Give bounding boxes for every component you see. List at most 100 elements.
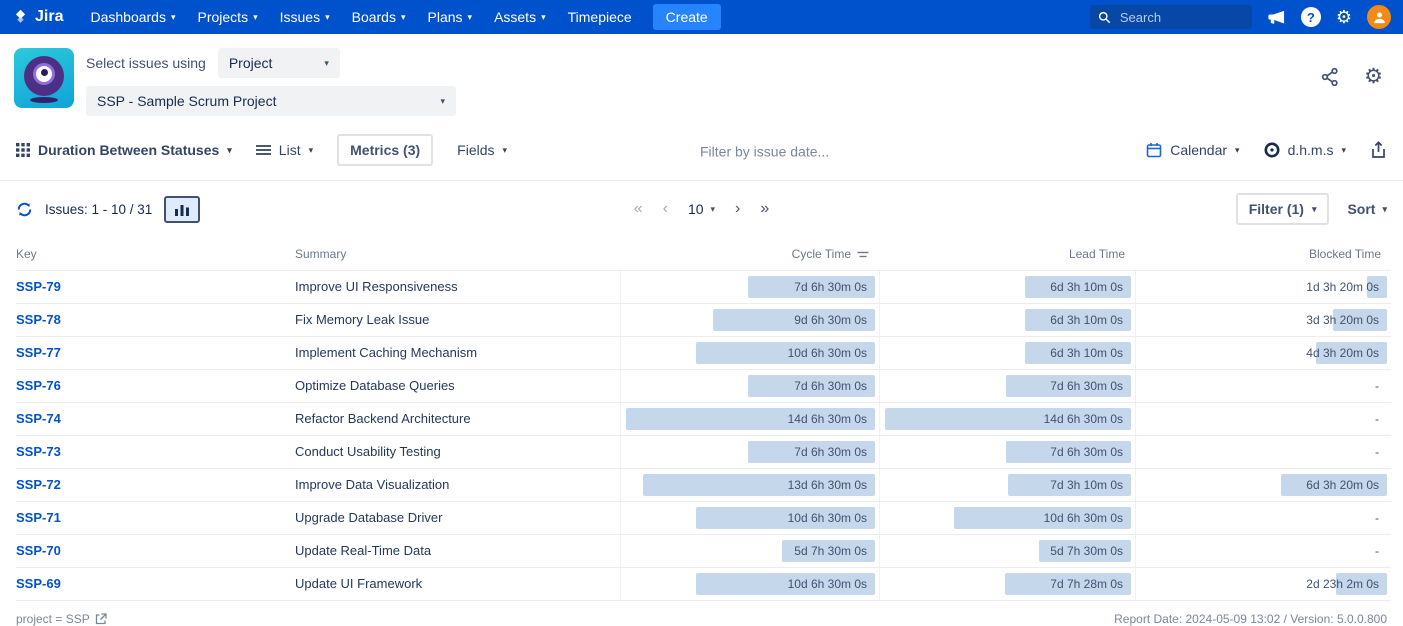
issue-summary: Optimize Database Queries	[295, 370, 620, 402]
issue-summary: Improve Data Visualization	[295, 469, 620, 501]
duration-value: 7d 6h 30m 0s	[880, 370, 1135, 402]
duration-value: 13d 6h 30m 0s	[621, 469, 879, 501]
duration-value: 7d 3h 10m 0s	[880, 469, 1135, 501]
col-header-lead-time[interactable]: Lead Time	[879, 247, 1135, 270]
lead-time-cell: 7d 6h 30m 0s	[879, 436, 1135, 468]
issue-summary: Implement Caching Mechanism	[295, 337, 620, 369]
jira-logo[interactable]: Jira	[12, 8, 63, 26]
nav-item-issues[interactable]: Issues▾	[269, 0, 341, 34]
issue-summary: Fix Memory Leak Issue	[295, 304, 620, 336]
issue-date-filter[interactable]: Filter by issue date...	[700, 143, 829, 159]
duration-value: 7d 6h 30m 0s	[621, 436, 879, 468]
issue-key-link[interactable]: SSP-78	[16, 312, 61, 327]
key-cell: SSP-72	[16, 469, 295, 501]
avatar[interactable]	[1367, 5, 1391, 29]
help-icon[interactable]: ?	[1301, 7, 1321, 27]
pagination-last[interactable]: »	[760, 201, 769, 217]
issue-summary: Update UI Framework	[295, 568, 620, 600]
col-header-summary[interactable]: Summary	[295, 247, 620, 270]
calendar-dropdown[interactable]: Calendar ▾	[1146, 142, 1239, 158]
chevron-down-icon: ▾	[440, 97, 445, 106]
cycle-time-cell: 7d 6h 30m 0s	[620, 271, 879, 303]
nav-item-boards[interactable]: Boards▾	[341, 0, 417, 34]
lead-time-cell: 10d 6h 30m 0s	[879, 502, 1135, 534]
pagination-next[interactable]: ›	[735, 201, 740, 217]
issue-key-link[interactable]: SSP-79	[16, 279, 61, 294]
duration-value: 4d 3h 20m 0s	[1136, 337, 1391, 369]
page-size-select[interactable]: 10 ▾	[688, 201, 715, 217]
timepiece-app-icon	[14, 48, 74, 108]
duration-value: 14d 6h 30m 0s	[880, 403, 1135, 435]
filter-button[interactable]: Filter (1) ▾	[1236, 193, 1330, 225]
col-header-key[interactable]: Key	[16, 247, 295, 270]
duration-value: 7d 7h 28m 0s	[880, 568, 1135, 600]
export-icon[interactable]	[1370, 141, 1387, 159]
col-header-cycle-time[interactable]: Cycle Time	[620, 247, 879, 270]
issue-key-link[interactable]: SSP-70	[16, 543, 61, 558]
cycle-time-cell: 13d 6h 30m 0s	[620, 469, 879, 501]
lead-time-cell: 7d 7h 28m 0s	[879, 568, 1135, 600]
table-row: SSP-76 Optimize Database Queries 7d 6h 30m…	[16, 369, 1391, 402]
blocked-time-cell: -	[1135, 436, 1391, 468]
issue-key-link[interactable]: SSP-73	[16, 444, 61, 459]
nav-menu: Dashboards▾Projects▾Issues▾Boards▾Plans▾…	[79, 0, 642, 34]
table-body: SSP-79Improve UI Responsiveness7d 6h 30m…	[16, 270, 1391, 601]
report-info: Report Date: 2024-05-09 13:02 / Version:…	[1114, 612, 1387, 626]
pagination-first[interactable]: «	[634, 201, 643, 217]
nav-item-projects[interactable]: Projects▾	[187, 0, 269, 34]
create-button[interactable]: Create	[653, 4, 721, 30]
issue-key-link[interactable]: SSP-72	[16, 477, 61, 492]
blocked-time-cell: 4d 3h 20m 0s	[1135, 337, 1391, 369]
nav-item-assets[interactable]: Assets▾	[483, 0, 557, 34]
issue-source-select[interactable]: Project ▾	[218, 48, 340, 78]
nav-item-plans[interactable]: Plans▾	[417, 0, 484, 34]
issue-summary: Upgrade Database Driver	[295, 502, 620, 534]
issue-key-link[interactable]: SSP-76	[16, 378, 61, 393]
chevron-down-icon: ▾	[1341, 146, 1346, 155]
chevron-down-icon: ▾	[503, 146, 508, 155]
lead-time-cell: 6d 3h 10m 0s	[879, 304, 1135, 336]
refresh-icon[interactable]	[16, 201, 33, 218]
search-input[interactable]	[1118, 9, 1238, 26]
chevron-down-icon: ▾	[171, 13, 176, 22]
nav-item-timepiece[interactable]: Timepiece	[557, 0, 643, 34]
issue-summary: Refactor Backend Architecture	[295, 403, 620, 435]
issue-key-link[interactable]: SSP-71	[16, 510, 61, 525]
issue-key-link[interactable]: SSP-69	[16, 576, 61, 591]
jira-logo-icon	[12, 9, 29, 26]
time-format-dropdown[interactable]: d.h.m.s ▾	[1264, 142, 1346, 158]
table-row: SSP-74 Refactor Backend Architecture 14d 6…	[16, 402, 1391, 435]
chevron-down-icon: ▾	[309, 146, 314, 155]
chevron-down-icon: ▾	[1312, 205, 1317, 214]
megaphone-icon[interactable]	[1267, 9, 1286, 26]
cycle-time-cell: 5d 7h 30m 0s	[620, 535, 879, 567]
brand-label: Jira	[35, 8, 63, 26]
key-cell: SSP-78	[16, 304, 295, 336]
issue-key-link[interactable]: SSP-74	[16, 411, 61, 426]
chevron-down-icon: ▾	[468, 13, 473, 22]
duration-value: -	[1136, 436, 1391, 468]
table-header: Key Summary Cycle Time Lead Time Blocked…	[16, 235, 1391, 270]
duration-value: -	[1136, 535, 1391, 567]
view-mode-dropdown[interactable]: List ▾	[256, 142, 313, 158]
col-header-blocked-time[interactable]: Blocked Time	[1135, 247, 1391, 270]
global-search[interactable]	[1090, 5, 1252, 29]
gear-icon[interactable]: ⚙	[1336, 8, 1352, 26]
chevron-down-icon: ▾	[227, 146, 232, 155]
duration-value: 10d 6h 30m 0s	[880, 502, 1135, 534]
report-type-dropdown[interactable]: Duration Between Statuses ▾	[16, 142, 232, 158]
search-icon	[1098, 11, 1111, 24]
metrics-button[interactable]: Metrics (3)	[337, 134, 433, 166]
chevron-down-icon: ▾	[324, 59, 329, 68]
nav-item-dashboards[interactable]: Dashboards▾	[79, 0, 186, 34]
key-cell: SSP-74	[16, 403, 295, 435]
fields-dropdown[interactable]: Fields ▾	[457, 142, 507, 158]
project-select[interactable]: SSP - Sample Scrum Project ▾	[86, 86, 456, 116]
sort-dropdown[interactable]: Sort ▾	[1347, 201, 1387, 217]
issue-key-link[interactable]: SSP-77	[16, 345, 61, 360]
chart-view-toggle[interactable]	[164, 196, 200, 223]
external-link-icon[interactable]	[95, 613, 107, 625]
share-icon[interactable]	[1320, 67, 1340, 87]
pagination-prev[interactable]: ‹	[663, 201, 668, 217]
settings-gear-icon[interactable]: ⚙	[1364, 66, 1383, 87]
